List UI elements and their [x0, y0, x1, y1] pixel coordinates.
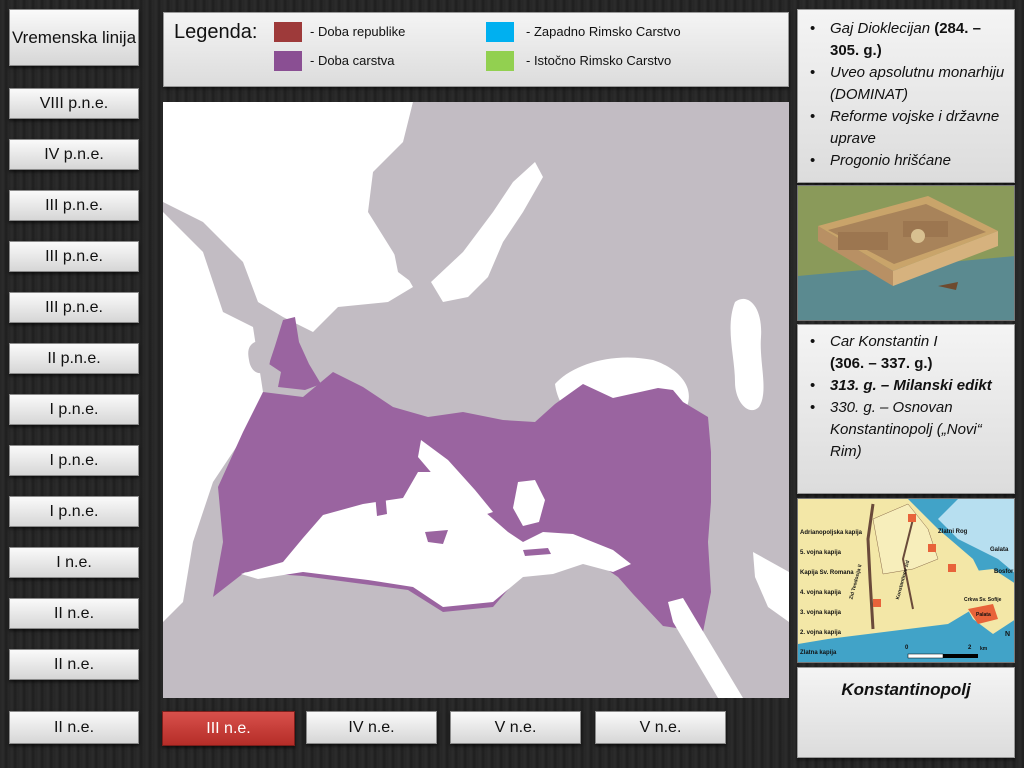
legend-panel: Legenda: - Doba republike - Doba carstva…	[163, 12, 789, 87]
map-label-galata: Galata	[990, 547, 1009, 553]
legend-label-western-empire: - Zapadno Rimsko Carstvo	[526, 24, 681, 39]
timeline-title-text: Vremenska linija	[11, 28, 137, 47]
info-item: 313. g. – Milanski edikt	[810, 375, 1008, 397]
legend-label-empire: - Doba carstva	[310, 53, 395, 68]
info-item: Uveo apsolutnu monarhiju (DOMINAT)	[810, 62, 1008, 106]
timeline-item[interactable]: I p.n.e.	[9, 394, 139, 425]
caption-text: Konstantinopolj	[841, 680, 971, 699]
map-label: 2. vojna kapija	[800, 630, 842, 636]
map-label-golden-horn: Zlatni Rog	[938, 529, 968, 535]
info-item: 330. g. – Osnovan Konstantinopolj („Novi…	[810, 397, 1008, 463]
info-item: Car Konstantin I (306. – 337. g.)	[810, 331, 1008, 375]
info-constantine-years: (306. – 337. g.)	[830, 355, 933, 372]
legend-label-republic: - Doba republike	[310, 24, 406, 39]
map-label: 5. vojna kapija	[800, 550, 842, 556]
info-edict-of-milan: 313. g. – Milanski edikt	[830, 377, 992, 394]
europe-map-svg	[163, 102, 789, 698]
roman-empire-map	[163, 102, 789, 698]
legend-title: Legenda:	[174, 21, 258, 43]
info-constantinople-founded: 330. g. – Osnovan Konstantinopolj („Novi…	[830, 399, 982, 460]
sardinia	[375, 492, 387, 516]
swatch-western-empire	[486, 22, 514, 42]
map-label: Zlatna kapija	[800, 650, 837, 656]
diocletian-palace-image	[797, 185, 1015, 321]
timeline-title: Vremenska linija	[9, 9, 139, 66]
info-reforms: Reforme vojske i državne uprave	[830, 108, 1000, 147]
timeline-item[interactable]: VIII p.n.e.	[9, 88, 139, 119]
timeline-item[interactable]: I n.e.	[9, 547, 139, 578]
map-label: Adrianopoljska kapija	[800, 530, 863, 536]
timeline-item[interactable]: V n.e.	[450, 711, 581, 744]
timeline-item[interactable]: I p.n.e.	[9, 445, 139, 476]
constantinople-map: Adrianopoljska kapija 5. vojna kapija Ka…	[797, 498, 1015, 663]
timeline-item[interactable]: II p.n.e.	[9, 343, 139, 374]
timeline-item[interactable]: III p.n.e.	[9, 292, 139, 323]
swatch-empire	[274, 51, 302, 71]
timeline-item[interactable]: IV n.e.	[306, 711, 437, 744]
scale-unit: km	[980, 646, 988, 652]
timeline-item[interactable]: II n.e.	[9, 649, 139, 680]
info-dominate: Uveo apsolutnu monarhiju (DOMINAT)	[830, 64, 1005, 103]
info-diocletian-name: Gaj Dioklecijan	[830, 20, 931, 37]
info-panel-diocletian: Gaj Dioklecijan (284. – 305. g.) Uveo ap…	[797, 9, 1015, 183]
north-arrow-label: N	[1005, 631, 1011, 638]
timeline-item[interactable]: I p.n.e.	[9, 496, 139, 527]
caption-panel: Konstantinopolj	[797, 667, 1015, 758]
scale-zero: 0	[905, 645, 909, 651]
timeline-item[interactable]: II n.e.	[9, 598, 139, 629]
timeline-item[interactable]: II n.e.	[9, 711, 139, 744]
palace-illustration	[798, 186, 1014, 320]
map-label-bosphorus: Bosfor	[994, 569, 1014, 575]
info-persecution: Progonio hrišćane	[830, 152, 951, 169]
info-item: Reforme vojske i državne uprave	[810, 106, 1008, 150]
timeline-item[interactable]: III p.n.e.	[9, 241, 139, 272]
swatch-eastern-empire	[486, 51, 514, 71]
map-label: 3. vojna kapija	[800, 610, 842, 616]
info-panel-constantine: Car Konstantin I (306. – 337. g.) 313. g.…	[797, 324, 1015, 494]
swatch-republic	[274, 22, 302, 42]
map-label-hagia-sophia: Crkva Sv. Sofije	[964, 597, 1002, 603]
scale-two: 2	[968, 645, 972, 651]
timeline-item[interactable]: IV p.n.e.	[9, 139, 139, 170]
info-constantine-name: Car Konstantin I	[830, 333, 938, 350]
map-label-palace: Palata	[976, 612, 991, 618]
legend-label-eastern-empire: - Istočno Rimsko Carstvo	[526, 53, 672, 68]
timeline-item-active[interactable]: III n.e.	[162, 711, 295, 746]
timeline-item[interactable]: V n.e.	[595, 711, 726, 744]
timeline-item[interactable]: III p.n.e.	[9, 190, 139, 221]
info-item: Gaj Dioklecijan (284. – 305. g.)	[810, 18, 1008, 62]
info-item: Progonio hrišćane	[810, 150, 1008, 172]
